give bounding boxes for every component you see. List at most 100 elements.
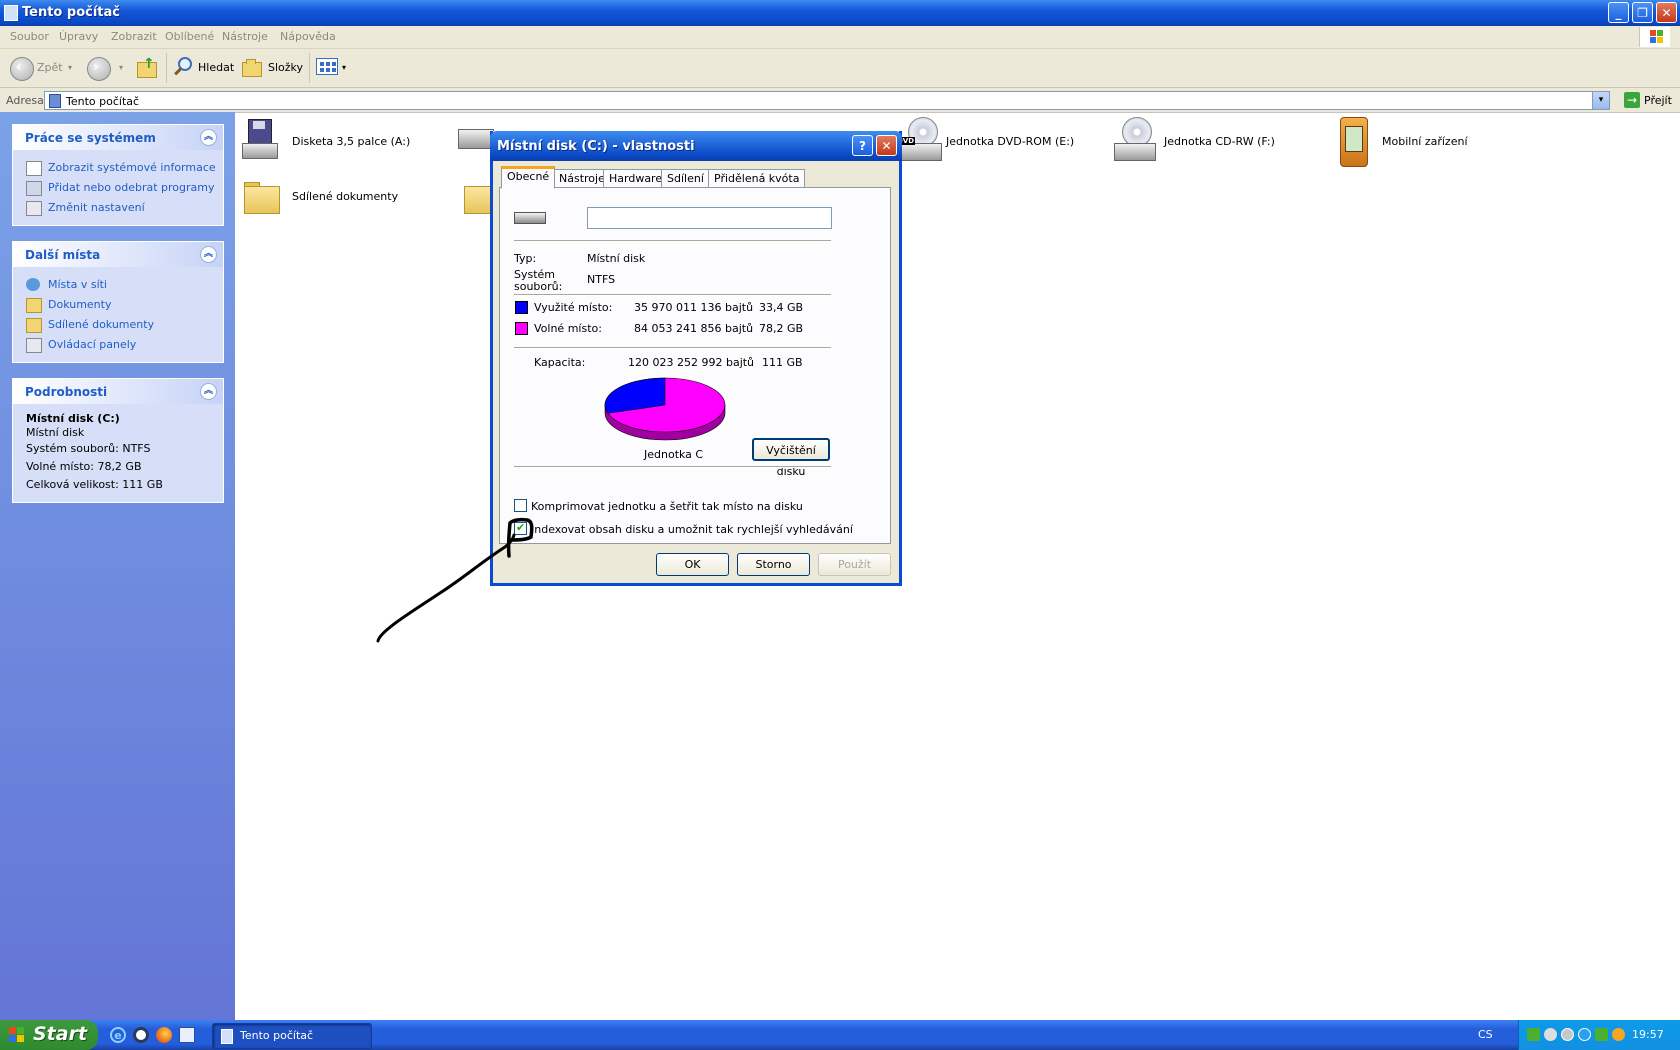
filesystem-label-2: souborů:: [514, 280, 563, 293]
restore-button[interactable]: ❐: [1632, 2, 1653, 23]
views-dropdown-icon[interactable]: ▾: [342, 63, 346, 72]
views-icon[interactable]: [316, 58, 338, 75]
task-system-info[interactable]: Zobrazit systémové informace: [13, 158, 223, 178]
place-shared-documents[interactable]: Sdílené dokumenty: [13, 315, 223, 335]
used-space-bytes: 35 970 011 136 bajtů: [634, 301, 754, 314]
go-arrow-icon: →: [1624, 92, 1640, 108]
outlook-express-icon[interactable]: [179, 1027, 195, 1043]
dialog-title-bar[interactable]: Místní disk (C:) - vlastnosti ? ✕: [490, 131, 902, 161]
ok-button[interactable]: OK: [656, 553, 729, 576]
index-label: Indexovat obsah disku a umožnit tak rych…: [531, 523, 853, 536]
volume-name-input[interactable]: [587, 207, 832, 229]
media-player-icon[interactable]: [133, 1027, 149, 1043]
disk-cleanup-button[interactable]: Vyčištění disku: [752, 438, 830, 478]
close-button[interactable]: ✕: [1656, 2, 1677, 23]
minimize-button[interactable]: _: [1608, 2, 1629, 23]
back-button[interactable]: Zpět: [37, 61, 63, 74]
folder-item-partial[interactable]: [460, 172, 496, 220]
capacity-label: Kapacita:: [534, 356, 586, 369]
compress-checkbox[interactable]: [514, 499, 527, 512]
window-title-bar[interactable]: Tento počítač _ ❐ ✕: [0, 0, 1680, 26]
tab-quota[interactable]: Přidělená kvóta: [708, 169, 806, 188]
mobile-device-icon: [1340, 117, 1368, 167]
panel-header[interactable]: Další místa ︽: [13, 242, 223, 267]
details-name: Místní disk (C:): [26, 412, 120, 425]
control-panel-icon: [26, 338, 42, 353]
update-tray-icon[interactable]: [1595, 1028, 1608, 1041]
dialog-title: Místní disk (C:) - vlastnosti: [497, 139, 695, 154]
panel-header[interactable]: Podrobnosti ︽: [13, 379, 223, 404]
taskbar-task-my-computer[interactable]: Tento počítač: [212, 1023, 372, 1049]
collapse-chevron-icon[interactable]: ︽: [200, 246, 217, 263]
network-icon: [26, 278, 40, 291]
go-button[interactable]: → Přejít: [1622, 90, 1678, 110]
menu-tools[interactable]: Nástroje: [222, 30, 268, 43]
free-space-bytes: 84 053 241 856 bajtů: [634, 322, 754, 335]
forward-arrow-icon[interactable]: ›: [87, 57, 111, 81]
messenger-tray-icon[interactable]: [1578, 1028, 1591, 1041]
toolbar: ‹ Zpět ▾ › ▾ ↑ Hledat Složky ▾: [0, 49, 1680, 88]
go-label: Přejít: [1644, 94, 1672, 107]
place-network[interactable]: Místa v síti: [13, 275, 223, 295]
search-icon[interactable]: [172, 57, 192, 77]
task-add-remove-programs[interactable]: Přidat nebo odebrat programy: [13, 178, 223, 198]
help-button[interactable]: ?: [852, 135, 873, 156]
security-tray-icon[interactable]: [1561, 1028, 1574, 1041]
network-tray-icon[interactable]: [1527, 1028, 1540, 1041]
separator: [166, 53, 167, 83]
cd-drive-icon: [1114, 117, 1156, 165]
menu-file[interactable]: Soubor: [10, 30, 49, 43]
computer-icon: [49, 94, 61, 108]
floppy-drive-item[interactable]: Disketa 3,5 palce (A:): [240, 117, 420, 165]
start-button[interactable]: Start: [0, 1020, 98, 1050]
panel-header[interactable]: Práce se systémem ︽: [13, 125, 223, 150]
forward-dropdown-icon[interactable]: ▾: [119, 63, 123, 72]
dvd-drive-item[interactable]: DVD Jednotka DVD-ROM (E:): [896, 117, 1086, 165]
language-indicator[interactable]: CS: [1478, 1028, 1493, 1041]
details-panel: Podrobnosti ︽ Místní disk (C:) Místní dis…: [12, 378, 224, 503]
tab-sharing[interactable]: Sdílení: [661, 169, 710, 188]
address-dropdown-icon[interactable]: ▾: [1592, 92, 1609, 109]
folder-up-icon[interactable]: ↑: [137, 56, 157, 78]
computer-icon: [221, 1029, 233, 1044]
cdrw-drive-item[interactable]: Jednotka CD-RW (F:): [1110, 117, 1300, 165]
search-button[interactable]: Hledat: [198, 61, 234, 74]
cancel-button[interactable]: Storno: [737, 553, 810, 576]
back-arrow-icon[interactable]: ‹: [10, 57, 34, 81]
place-control-panel[interactable]: Ovládací panely: [13, 335, 223, 355]
annotation-arrow: [376, 517, 534, 643]
separator: [514, 294, 831, 296]
mobile-device-item[interactable]: Mobilní zařízení: [1336, 117, 1516, 167]
dialog-close-button[interactable]: ✕: [876, 135, 897, 156]
apply-button[interactable]: Použít: [818, 553, 891, 576]
floppy-drive-icon: [242, 119, 278, 159]
hard-drive-icon: [458, 129, 494, 149]
internet-explorer-icon[interactable]: e: [110, 1027, 126, 1043]
tab-hardware[interactable]: Hardware: [603, 169, 669, 188]
menu-favorites[interactable]: Oblíbené: [165, 30, 214, 43]
task-change-settings[interactable]: Změnit nastavení: [13, 198, 223, 218]
menu-help[interactable]: Nápověda: [280, 30, 336, 43]
volume-tray-icon[interactable]: [1544, 1028, 1557, 1041]
type-label: Typ:: [514, 252, 537, 265]
folders-icon[interactable]: [242, 58, 264, 77]
collapse-chevron-icon[interactable]: ︽: [200, 129, 217, 146]
menu-view[interactable]: Zobrazit: [111, 30, 157, 43]
taskbar-task-label: Tento počítač: [240, 1029, 314, 1042]
place-label: Sdílené dokumenty: [48, 318, 155, 331]
folders-button[interactable]: Složky: [268, 61, 303, 74]
menu-edit[interactable]: Úpravy: [59, 30, 98, 43]
firefox-icon[interactable]: [156, 1027, 172, 1043]
drive-item-partial[interactable]: [456, 117, 494, 165]
shared-documents-item[interactable]: Sdílené dokumenty: [240, 172, 420, 220]
place-documents[interactable]: Dokumenty: [13, 295, 223, 315]
compress-label: Komprimovat jednotku a šetřit tak místo …: [531, 500, 803, 513]
collapse-chevron-icon[interactable]: ︽: [200, 383, 217, 400]
programs-icon: [26, 181, 42, 196]
back-dropdown-icon[interactable]: ▾: [68, 63, 72, 72]
windows-flag-icon: [9, 1027, 25, 1043]
alert-tray-icon[interactable]: [1612, 1028, 1625, 1041]
folder-icon: [244, 178, 280, 214]
tab-general[interactable]: Obecné: [501, 166, 556, 189]
address-input[interactable]: Tento počítač ▾: [44, 91, 1610, 110]
